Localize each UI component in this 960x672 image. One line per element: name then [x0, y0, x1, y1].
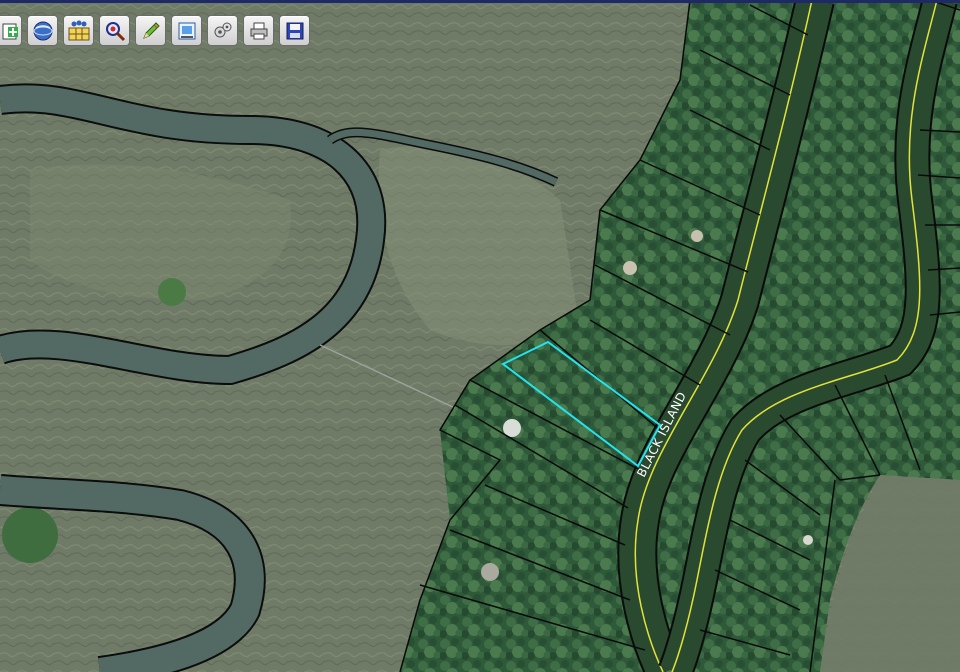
table-icon	[68, 20, 89, 40]
settings-icon	[214, 22, 231, 37]
house-clearing	[803, 535, 813, 545]
globe-icon	[33, 21, 52, 40]
measure-button[interactable]	[171, 15, 202, 46]
house-clearing	[503, 419, 521, 437]
save-icon	[286, 22, 303, 39]
pencil-icon	[142, 21, 160, 39]
identify-icon	[105, 21, 125, 41]
house-clearing	[691, 230, 703, 242]
window-top-border	[0, 0, 960, 3]
tree-cluster	[158, 278, 186, 306]
identify-button[interactable]	[99, 15, 130, 46]
house-clearing	[481, 563, 499, 581]
measure-icon	[178, 22, 195, 39]
house-clearing	[623, 261, 637, 275]
tree-cluster	[2, 507, 58, 563]
map-toolbar	[0, 15, 310, 49]
save-button[interactable]	[279, 15, 310, 46]
print-button[interactable]	[243, 15, 274, 46]
full-extent-button[interactable]	[27, 15, 58, 46]
add-icon	[2, 23, 18, 39]
markup-button[interactable]	[135, 15, 166, 46]
add-layer-button[interactable]	[0, 15, 22, 46]
settings-button[interactable]	[207, 15, 238, 46]
attribute-table-button[interactable]	[63, 15, 94, 46]
print-icon	[250, 22, 267, 39]
aerial-map[interactable]: BLACK ISLAND	[0, 0, 960, 672]
